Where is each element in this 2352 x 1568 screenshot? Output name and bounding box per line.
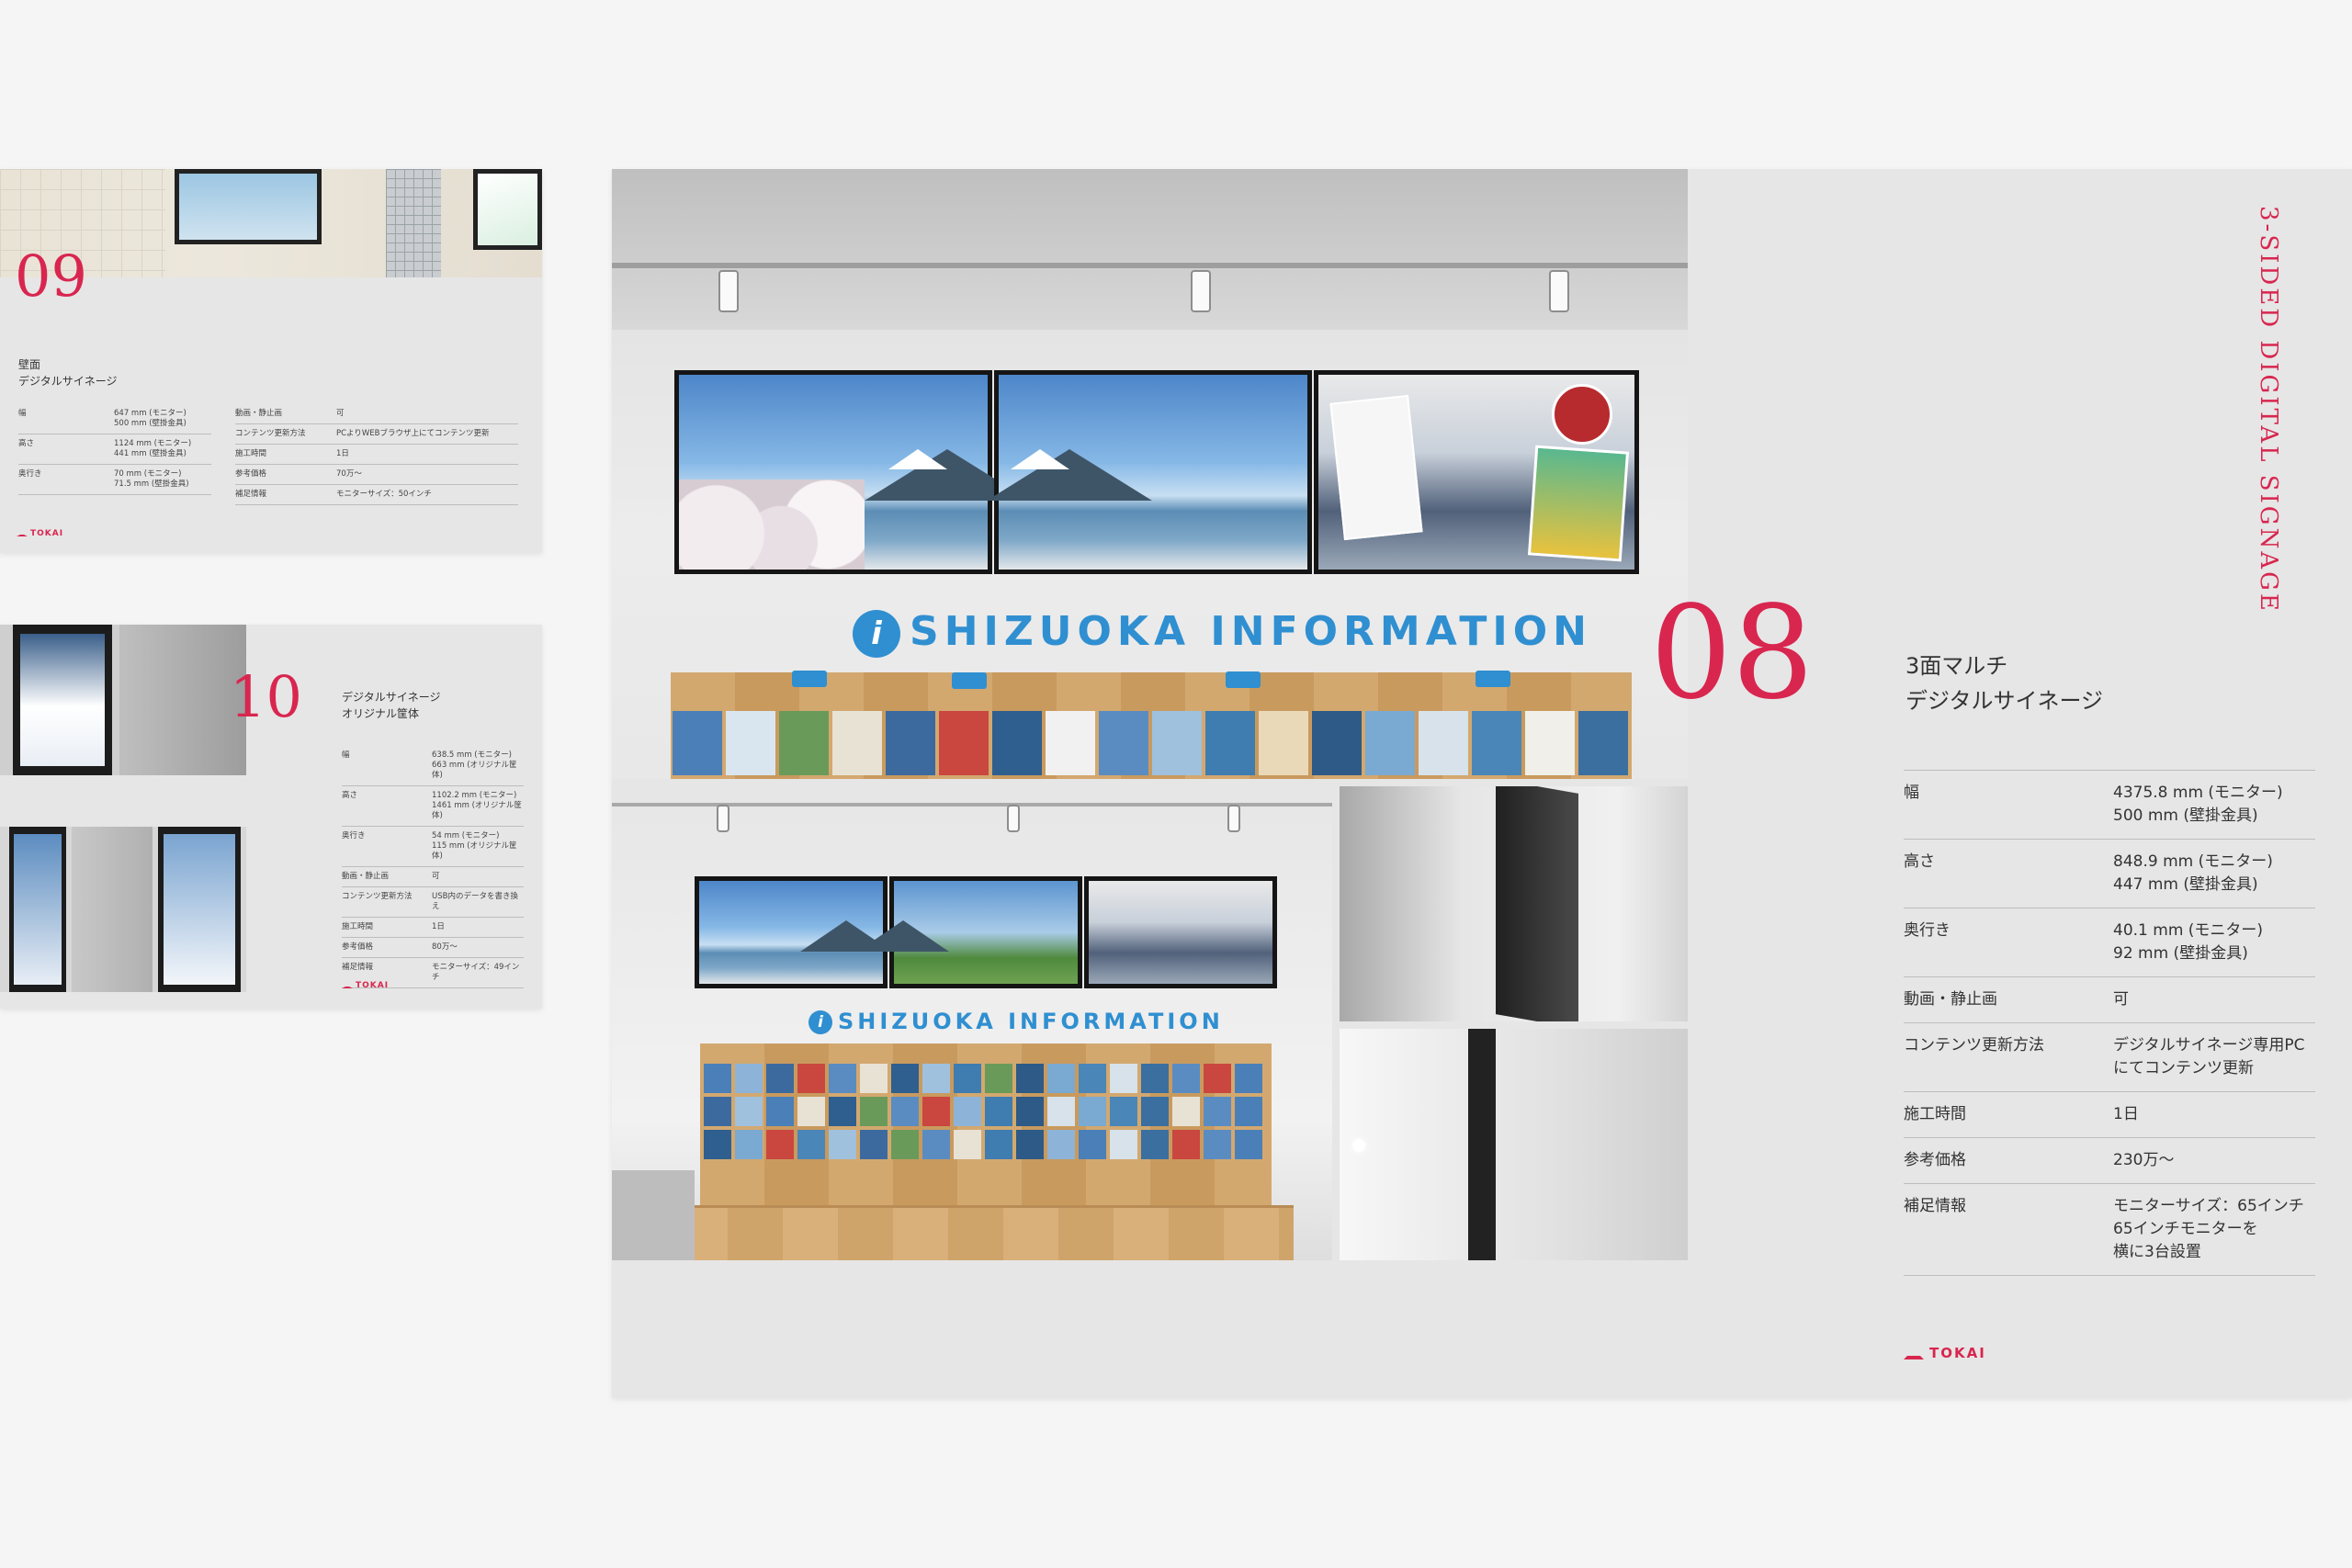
tokai-logo-icon bbox=[1904, 1348, 1924, 1359]
spec-row: 参考価格 70万〜 bbox=[235, 465, 518, 485]
tokai-logo: TOKAI bbox=[1904, 1345, 1986, 1361]
card-title: 3面マルチ デジタルサイネージ bbox=[1905, 653, 2104, 714]
spec-table: 幅 638.5 mm (モニター) 663 mm (オリジナル筐体) 高さ 1102… bbox=[342, 746, 524, 988]
spotlight bbox=[1007, 805, 1020, 832]
kiosk-photo bbox=[0, 625, 246, 775]
spec-table: 幅 4375.8 mm (モニター) 500 mm (壁掛金具) 高さ 848.9 … bbox=[1904, 770, 2315, 1276]
tokai-logo-icon bbox=[17, 530, 28, 536]
kiosk-screen-image bbox=[9, 827, 66, 992]
card-title: デジタルサイネージ オリジナル筐体 bbox=[342, 691, 441, 720]
spec-row: 高さ 1102.2 mm (モニター) 1461 mm (オリジナル筐体) bbox=[342, 786, 524, 827]
vertical-title: 3-SIDED DIGITAL SIGNAGE bbox=[2255, 206, 2282, 614]
spec-row: 施工時間 1日 bbox=[1904, 1092, 2315, 1138]
spec-row: 補足情報 モニターサイズ：50インチ bbox=[235, 485, 518, 505]
wall-monitor-image bbox=[175, 169, 322, 244]
spec-row: 施工時間 1日 bbox=[342, 918, 524, 938]
card-number: 09 bbox=[15, 243, 87, 310]
tokai-logo: TOKAI bbox=[342, 981, 389, 990]
spec-row: コンテンツ更新方法 デジタルサイネージ専用PC にてコンテンツ更新 bbox=[1904, 1023, 2315, 1092]
spec-row: 高さ 848.9 mm (モニター) 447 mm (壁掛金具) bbox=[1904, 840, 2315, 908]
spotlight bbox=[718, 270, 739, 312]
spec-table: 幅 647 mm (モニター) 500 mm (壁掛金具) 高さ 1124 mm (… bbox=[18, 404, 211, 495]
spec-row: 補足情報 モニターサイズ：65インチ 65インチモニターを 横に3台設置 bbox=[1904, 1184, 2315, 1276]
spec-row: 幅 638.5 mm (モニター) 663 mm (オリジナル筐体) bbox=[342, 746, 524, 786]
counter bbox=[673, 1205, 1294, 1260]
spotlight bbox=[717, 805, 729, 832]
page-spread-08: i SHIZUOKA INFORMATION i SHIZUOKA INFORM… bbox=[612, 169, 2352, 1398]
main-installation-photo: i SHIZUOKA INFORMATION bbox=[612, 169, 1688, 779]
wall-monitor-image bbox=[473, 169, 542, 250]
info-icon: i bbox=[808, 1010, 832, 1034]
monitor-screen bbox=[986, 370, 1312, 574]
card-number: 10 bbox=[230, 663, 302, 730]
spec-row: 奥行き 70 mm (モニター) 71.5 mm (壁掛金具) bbox=[18, 465, 211, 495]
brochure-row bbox=[673, 711, 1628, 775]
spec-row: 参考価格 80万〜 bbox=[342, 938, 524, 958]
tokai-logo: TOKAI bbox=[17, 529, 63, 538]
spec-row: 奥行き 54 mm (モニター) 115 mm (オリジナル筐体) bbox=[342, 827, 524, 867]
wide-installation-photo: i SHIZUOKA INFORMATION bbox=[612, 786, 1332, 1260]
info-icon: i bbox=[853, 610, 900, 658]
page-card-09: 09 壁面 デジタルサイネージ 幅 647 mm (モニター) 500 mm (壁… bbox=[0, 169, 542, 553]
spotlight bbox=[1549, 270, 1569, 312]
kiosk-screen-image bbox=[13, 625, 112, 775]
monitor-screen bbox=[857, 876, 1082, 988]
triple-monitor-wall bbox=[674, 370, 1639, 574]
shizuoka-information-sign: i SHIZUOKA INFORMATION bbox=[853, 608, 1592, 658]
spec-row: 幅 647 mm (モニター) 500 mm (壁掛金具) bbox=[18, 404, 211, 434]
brochure-grid bbox=[704, 1064, 1268, 1159]
spotlight bbox=[1227, 805, 1240, 832]
spotlight bbox=[1191, 270, 1211, 312]
card-number: 08 bbox=[1650, 579, 1815, 728]
spec-row: 施工時間 1日 bbox=[235, 445, 518, 465]
spec-row: 動画・静止画可 bbox=[342, 867, 524, 887]
spec-row: 奥行き 40.1 mm (モニター) 92 mm (壁掛金具) bbox=[1904, 908, 2315, 977]
monitor-screen bbox=[1314, 370, 1639, 574]
kiosk-screen-image bbox=[158, 827, 241, 992]
spec-table: 動画・静止画可 コンテンツ更新方法 PCよりWEBブラウザ上にてコンテンツ更新 施… bbox=[235, 404, 518, 505]
monitor-side-detail-photo bbox=[1340, 786, 1688, 1021]
spec-row: コンテンツ更新方法 USB内のデータを書き換え bbox=[342, 887, 524, 918]
kiosk-photo bbox=[0, 827, 246, 992]
tokai-logo-icon bbox=[342, 982, 353, 988]
monitor-screen bbox=[674, 370, 1030, 574]
spec-row: 参考価格 230万〜 bbox=[1904, 1138, 2315, 1184]
monitor-screen bbox=[1084, 876, 1277, 988]
card-title: 壁面 デジタルサイネージ bbox=[18, 358, 118, 388]
wall-mount-detail-photo bbox=[1340, 1029, 1688, 1260]
spec-row: 高さ 1124 mm (モニター) 441 mm (壁掛金具) bbox=[18, 434, 211, 465]
spec-row: コンテンツ更新方法 PCよりWEBブラウザ上にてコンテンツ更新 bbox=[235, 424, 518, 445]
shizuoka-information-sign: i SHIZUOKA INFORMATION bbox=[808, 1009, 1224, 1034]
spec-row: 幅 4375.8 mm (モニター) 500 mm (壁掛金具) bbox=[1904, 771, 2315, 840]
bench bbox=[612, 1170, 695, 1260]
page-card-10: 10 デジタルサイネージ オリジナル筐体 幅 638.5 mm (モニター) 66… bbox=[0, 625, 542, 1009]
spec-row: 動画・静止画可 bbox=[235, 404, 518, 424]
spec-row: 動画・静止画可 bbox=[1904, 977, 2315, 1023]
